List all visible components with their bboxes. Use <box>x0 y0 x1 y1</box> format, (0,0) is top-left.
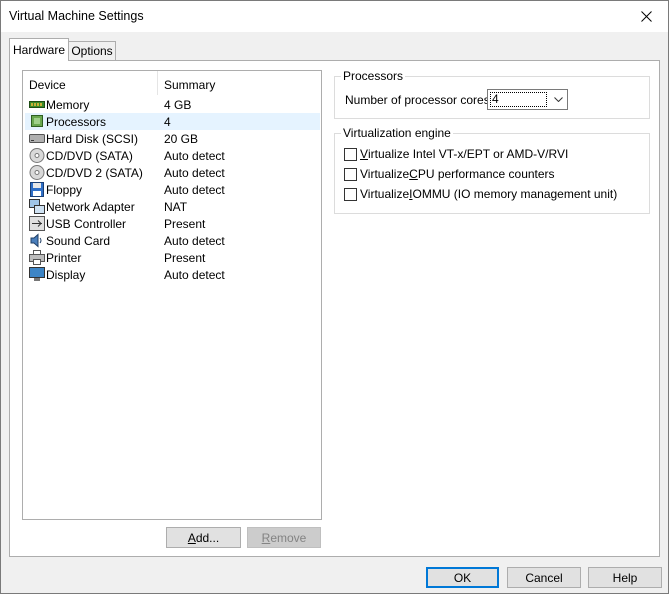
virtualize-cpu-counters-label-key: C <box>409 167 418 181</box>
device-summary: 20 GB <box>164 132 199 146</box>
help-button[interactable]: Help <box>588 567 662 588</box>
virtualize-iommu-option[interactable]: Virtualize I OMMU (IO memory management u… <box>344 186 617 202</box>
title-bar[interactable]: Virtual Machine Settings <box>1 1 668 32</box>
device-name: Network Adapter <box>46 200 135 214</box>
device-name: Printer <box>46 251 82 265</box>
virtualize-vtx-option[interactable]: Virtualize Intel VT-x/EPT or AMD-V/RVI <box>344 146 568 162</box>
device-name: Sound Card <box>46 234 111 248</box>
processor-cores-value: 4 <box>490 92 547 107</box>
floppy-icon <box>30 182 44 197</box>
processor-cores-label: Number of processor cores: <box>345 93 494 107</box>
device-list-header: Device Summary <box>23 71 321 95</box>
device-row-sound-card[interactable]: Sound Card Auto detect <box>25 232 320 249</box>
device-summary: Auto detect <box>164 149 225 163</box>
device-row-usb-controller[interactable]: USB Controller Present <box>25 215 320 232</box>
remove-button[interactable]: Remove <box>247 527 321 548</box>
device-row-cd-dvd-2[interactable]: CD/DVD 2 (SATA) Auto detect <box>25 164 320 181</box>
network-adapter-icon <box>29 199 45 214</box>
usb-icon <box>29 216 45 231</box>
column-separator[interactable] <box>157 71 158 95</box>
processor-cores-select[interactable]: 4 <box>487 89 568 110</box>
device-summary: 4 <box>164 115 171 129</box>
device-summary: Auto detect <box>164 166 225 180</box>
device-name: CD/DVD (SATA) <box>46 149 133 163</box>
window-title: Virtual Machine Settings <box>9 9 144 23</box>
tab-options[interactable]: Options <box>69 41 116 60</box>
tab-hardware[interactable]: Hardware <box>9 38 69 61</box>
chevron-down-icon[interactable] <box>550 90 567 109</box>
device-name: Processors <box>46 115 107 129</box>
device-name: Display <box>46 268 86 282</box>
device-row-display[interactable]: Display Auto detect <box>25 266 320 283</box>
virtualize-cpu-counters-checkbox[interactable] <box>344 167 357 181</box>
virtualize-iommu-label-post: OMMU (IO memory management unit) <box>412 187 618 201</box>
memory-icon <box>29 101 45 108</box>
processors-group: Processors Number of processor cores: 4 <box>334 69 650 119</box>
dialog-button-bar: OK Cancel Help <box>1 558 668 593</box>
column-header-summary[interactable]: Summary <box>164 78 215 92</box>
add-button-label-key: A <box>187 530 196 545</box>
device-row-processors[interactable]: Processors 4 <box>25 113 320 130</box>
device-name: USB Controller <box>46 217 127 231</box>
processor-icon <box>31 115 43 127</box>
device-summary: Auto detect <box>164 268 225 282</box>
virtualization-group-legend: Virtualization engine <box>341 126 453 140</box>
cancel-button[interactable]: Cancel <box>507 567 581 588</box>
device-row-hard-disk[interactable]: Hard Disk (SCSI) 20 GB <box>25 130 320 147</box>
device-summary: Present <box>164 217 206 231</box>
device-name: Hard Disk (SCSI) <box>46 132 139 146</box>
device-summary: Auto detect <box>164 183 225 197</box>
ok-button[interactable]: OK <box>426 567 499 588</box>
virtualize-cpu-counters-label-post: PU performance counters <box>417 167 555 181</box>
device-name: Floppy <box>46 183 83 197</box>
virtualize-iommu-checkbox[interactable] <box>344 187 357 201</box>
device-name: Memory <box>46 98 90 112</box>
sound-card-icon <box>30 233 42 248</box>
processors-group-legend: Processors <box>341 69 406 83</box>
printer-icon <box>29 250 45 265</box>
add-button-label-post: dd... <box>195 530 220 545</box>
add-button[interactable]: Add... <box>166 527 241 548</box>
device-row-cd-dvd[interactable]: CD/DVD (SATA) Auto detect <box>25 147 320 164</box>
device-summary: Present <box>164 251 206 265</box>
remove-button-label-key: R <box>261 530 271 545</box>
close-icon <box>640 11 652 22</box>
device-summary: 4 GB <box>164 98 192 112</box>
virtualize-cpu-counters-option[interactable]: Virtualize C PU performance counters <box>344 166 555 182</box>
device-row-memory[interactable]: Memory 4 GB <box>25 96 320 113</box>
virtualize-iommu-label-pre: Virtualize <box>360 187 410 201</box>
close-button[interactable] <box>624 1 668 32</box>
device-summary: Auto detect <box>164 234 225 248</box>
hardware-tab-panel: Device Summary Memory 4 GB Processors 4 … <box>9 60 660 557</box>
virtualize-cpu-counters-label-pre: Virtualize <box>360 167 410 181</box>
device-row-floppy[interactable]: Floppy Auto detect <box>25 181 320 198</box>
device-name: CD/DVD 2 (SATA) <box>46 166 143 180</box>
cd-dvd-icon <box>29 148 45 163</box>
device-row-printer[interactable]: Printer Present <box>25 249 320 266</box>
device-row-network-adapter[interactable]: Network Adapter NAT <box>25 198 320 215</box>
cd-dvd-icon <box>29 165 45 180</box>
device-list[interactable]: Device Summary Memory 4 GB Processors 4 … <box>22 70 322 520</box>
device-summary: NAT <box>164 200 188 214</box>
column-header-device[interactable]: Device <box>29 78 66 92</box>
virtualize-vtx-checkbox[interactable] <box>344 147 357 161</box>
hard-disk-icon <box>29 134 45 143</box>
virtualize-vtx-label-key: V <box>360 147 369 161</box>
display-icon <box>29 267 45 281</box>
virtualize-vtx-label-post: irtualize Intel VT-x/EPT or AMD-V/RVI <box>368 147 569 161</box>
vm-settings-dialog: Virtual Machine Settings Hardware Option… <box>0 0 669 594</box>
remove-button-label-post: emove <box>270 530 307 545</box>
virtualization-group: Virtualization engine Virtualize Intel V… <box>334 126 650 214</box>
